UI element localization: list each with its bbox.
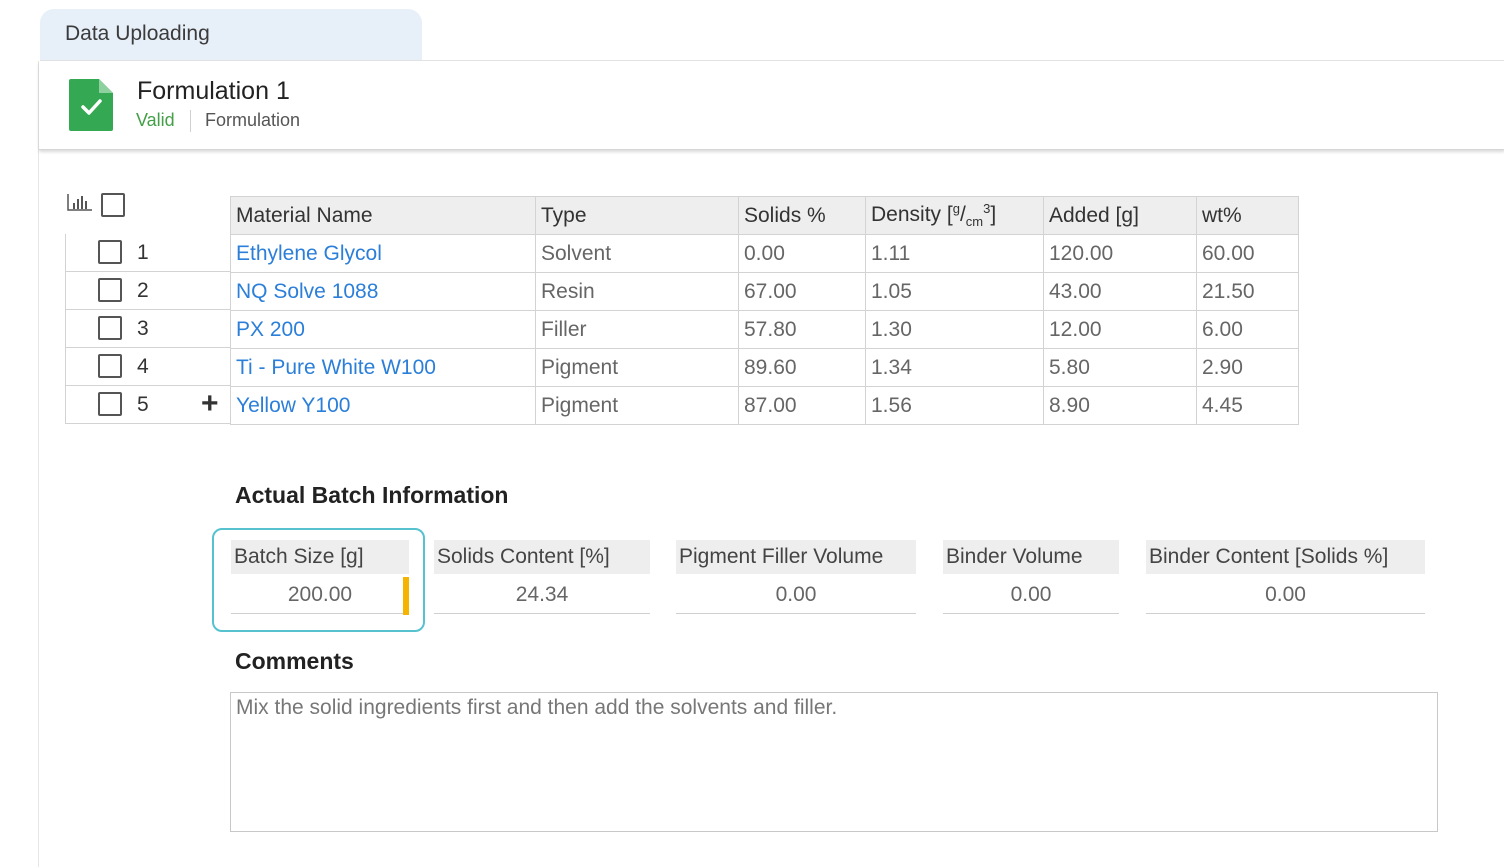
wt-value: 6.00 bbox=[1196, 310, 1299, 349]
formulation-header: Formulation 1 Valid Formulation bbox=[39, 61, 1504, 150]
row-gutter: 3 bbox=[65, 310, 231, 348]
row-gutter: 5 + bbox=[65, 386, 231, 424]
solids-content-field[interactable]: Solids Content [%] 24.34 bbox=[434, 540, 650, 614]
wt-value: 60.00 bbox=[1196, 234, 1299, 273]
density-value: 1.34 bbox=[865, 348, 1044, 387]
row-gutter: 4 bbox=[65, 348, 231, 386]
row-number: 1 bbox=[137, 241, 149, 264]
column-header-type[interactable]: Type bbox=[535, 196, 739, 235]
row-checkbox[interactable] bbox=[98, 354, 122, 378]
table-row: Ti - Pure White W100 Pigment 89.60 1.34 … bbox=[230, 348, 1299, 387]
row-gutter: 1 bbox=[65, 234, 231, 272]
field-value: 24.34 bbox=[434, 574, 650, 614]
row-number: 3 bbox=[137, 317, 149, 340]
comments-title: Comments bbox=[235, 648, 354, 674]
table-row: Ethylene Glycol Solvent 0.00 1.11 120.00… bbox=[230, 234, 1299, 273]
density-value: 1.30 bbox=[865, 310, 1044, 349]
row-gutter: 2 bbox=[65, 272, 231, 310]
row-checkbox[interactable] bbox=[98, 240, 122, 264]
material-link[interactable]: NQ Solve 1088 bbox=[230, 272, 536, 311]
material-type: Resin bbox=[535, 272, 739, 311]
page-title: Formulation 1 bbox=[137, 77, 290, 105]
column-header-density[interactable]: Density [g/cm3] bbox=[865, 196, 1044, 235]
added-value: 8.90 bbox=[1043, 386, 1197, 425]
material-link[interactable]: PX 200 bbox=[230, 310, 536, 349]
solids-value: 87.00 bbox=[738, 386, 866, 425]
bar-chart-icon[interactable] bbox=[67, 192, 93, 212]
column-header-wt[interactable]: wt% bbox=[1196, 196, 1299, 235]
column-header-solids[interactable]: Solids % bbox=[738, 196, 866, 235]
wt-value: 2.90 bbox=[1196, 348, 1299, 387]
added-value: 5.80 bbox=[1043, 348, 1197, 387]
field-value: 0.00 bbox=[1146, 574, 1425, 614]
status-badge: Valid bbox=[136, 110, 175, 130]
table-row: NQ Solve 1088 Resin 67.00 1.05 43.00 21.… bbox=[230, 272, 1299, 311]
row-checkbox[interactable] bbox=[98, 392, 122, 416]
field-value: 0.00 bbox=[676, 574, 916, 614]
row-number: 5 bbox=[137, 393, 149, 416]
tab-label: Data Uploading bbox=[65, 22, 210, 45]
table-header-row: Material Name Type Solids % Density [g/c… bbox=[230, 196, 1299, 235]
solids-value: 57.80 bbox=[738, 310, 866, 349]
focus-highlight bbox=[212, 528, 425, 632]
pigment-filler-volume-field[interactable]: Pigment Filler Volume 0.00 bbox=[676, 540, 916, 614]
add-row-icon[interactable]: + bbox=[201, 389, 219, 419]
field-value: 0.00 bbox=[943, 574, 1119, 614]
wt-value: 21.50 bbox=[1196, 272, 1299, 311]
field-label: Solids Content [%] bbox=[434, 540, 650, 574]
material-link[interactable]: Ti - Pure White W100 bbox=[230, 348, 536, 387]
row-checkbox[interactable] bbox=[98, 316, 122, 340]
divider bbox=[190, 110, 191, 132]
binder-content-field[interactable]: Binder Content [Solids %] 0.00 bbox=[1146, 540, 1425, 614]
record-type: Formulation bbox=[205, 110, 301, 130]
tab-data-uploading[interactable]: Data Uploading bbox=[40, 9, 422, 61]
column-header-added[interactable]: Added [g] bbox=[1043, 196, 1197, 235]
material-link[interactable]: Yellow Y100 bbox=[230, 386, 536, 425]
added-value: 120.00 bbox=[1043, 234, 1197, 273]
density-value: 1.56 bbox=[865, 386, 1044, 425]
density-label: Density [ bbox=[871, 203, 953, 227]
table-row: Yellow Y100 Pigment 87.00 1.56 8.90 4.45 bbox=[230, 386, 1299, 425]
density-unit-denominator: cm bbox=[965, 214, 984, 230]
field-label: Binder Volume bbox=[943, 540, 1119, 574]
materials-table: Material Name Type Solids % Density [g/c… bbox=[230, 196, 1299, 425]
row-number: 2 bbox=[137, 279, 149, 302]
wt-value: 4.45 bbox=[1196, 386, 1299, 425]
field-label: Binder Content [Solids %] bbox=[1146, 540, 1425, 574]
field-label: Pigment Filler Volume bbox=[676, 540, 916, 574]
material-type: Solvent bbox=[535, 234, 739, 273]
material-type: Pigment bbox=[535, 386, 739, 425]
material-type: Filler bbox=[535, 310, 739, 349]
row-checkbox[interactable] bbox=[98, 278, 122, 302]
row-number: 4 bbox=[137, 355, 149, 378]
valid-document-icon bbox=[69, 79, 113, 131]
batch-section-title: Actual Batch Information bbox=[235, 482, 509, 508]
density-value: 1.05 bbox=[865, 272, 1044, 311]
density-value: 1.11 bbox=[865, 234, 1044, 273]
solids-value: 89.60 bbox=[738, 348, 866, 387]
added-value: 43.00 bbox=[1043, 272, 1197, 311]
material-link[interactable]: Ethylene Glycol bbox=[230, 234, 536, 273]
density-unit-numerator: g bbox=[952, 201, 960, 217]
select-all-checkbox[interactable] bbox=[101, 193, 125, 217]
material-type: Pigment bbox=[535, 348, 739, 387]
added-value: 12.00 bbox=[1043, 310, 1197, 349]
column-header-material[interactable]: Material Name bbox=[230, 196, 536, 235]
comments-textarea[interactable]: Mix the solid ingredients first and then… bbox=[230, 692, 1438, 832]
solids-value: 0.00 bbox=[738, 234, 866, 273]
solids-value: 67.00 bbox=[738, 272, 866, 311]
density-label-close: ] bbox=[990, 203, 997, 227]
table-row: PX 200 Filler 57.80 1.30 12.00 6.00 bbox=[230, 310, 1299, 349]
binder-volume-field[interactable]: Binder Volume 0.00 bbox=[943, 540, 1119, 614]
